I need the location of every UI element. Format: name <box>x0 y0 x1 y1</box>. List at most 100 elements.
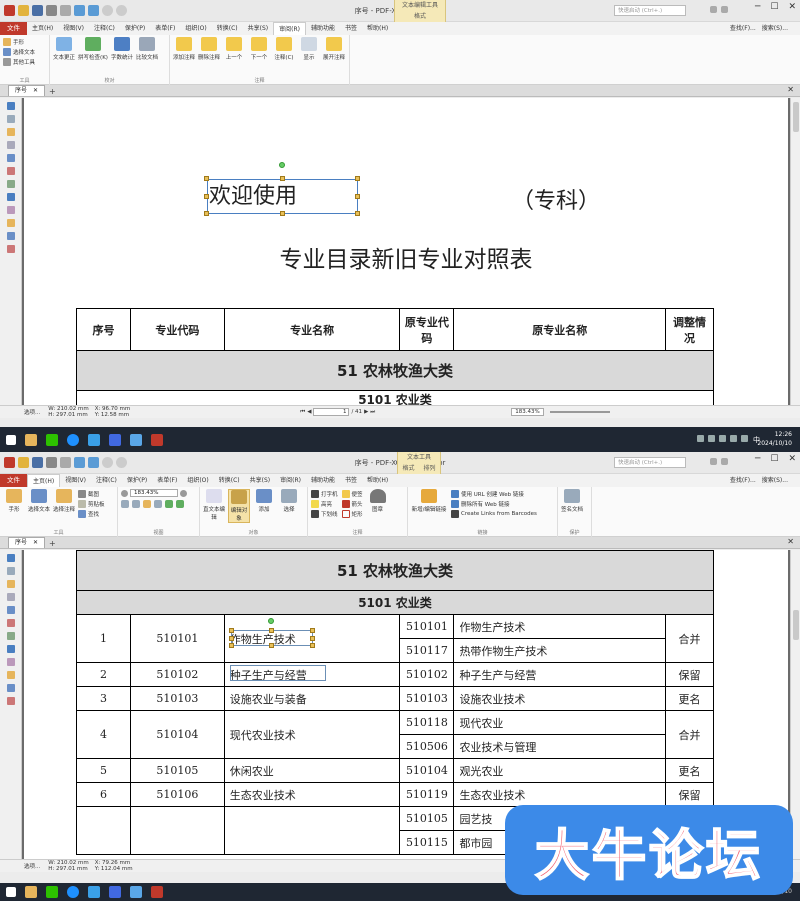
prev-comment-button[interactable]: 上一个 <box>223 37 245 61</box>
rectangle-button[interactable]: 矩形 <box>341 509 363 519</box>
menu-help[interactable]: 帮助(H) <box>362 474 393 487</box>
save-icon[interactable] <box>32 5 43 16</box>
menu-convert[interactable]: 转换(C) <box>214 474 245 487</box>
single-page-icon[interactable] <box>154 500 162 508</box>
help-icon[interactable] <box>721 6 728 13</box>
screenshot-app-icon[interactable] <box>130 433 142 446</box>
vertical-scrollbar[interactable] <box>790 98 800 405</box>
resize-handle[interactable] <box>280 211 285 216</box>
rotate-handle[interactable] <box>279 162 285 168</box>
hand-tool-button[interactable]: 手形 <box>3 489 25 519</box>
menu-form[interactable]: 表单(F) <box>152 474 182 487</box>
delete-comment-button[interactable]: 删除注释 <box>198 37 220 61</box>
resize-handle[interactable] <box>269 643 274 648</box>
print-icon[interactable] <box>46 457 57 468</box>
articles-icon[interactable] <box>6 206 15 214</box>
redo-icon[interactable] <box>88 457 99 468</box>
show-button[interactable]: 显示 <box>298 37 320 61</box>
rotate-handle[interactable] <box>268 618 274 624</box>
cell-name[interactable]: 生态农业技术 <box>223 782 401 807</box>
resize-handle[interactable] <box>355 211 360 216</box>
comment-list-icon[interactable] <box>6 580 15 588</box>
pages-icon[interactable] <box>6 567 15 575</box>
menu-comment[interactable]: 注释(C) <box>89 22 120 35</box>
quick-launch-search[interactable]: 快速启动 (Ctrl+.) <box>614 5 686 16</box>
close-button[interactable]: ✕ <box>788 2 796 12</box>
layers-icon[interactable] <box>6 606 15 614</box>
minimize-button[interactable]: ─ <box>755 454 760 464</box>
clipboard-button[interactable]: 剪贴板 <box>78 499 105 509</box>
start-icon[interactable] <box>6 887 16 897</box>
cell-name[interactable]: 设施农业与装备 <box>223 686 401 711</box>
zoom-select[interactable]: 183.43% <box>511 408 544 416</box>
vertical-text-edit-button[interactable]: 直文本编辑 <box>203 489 225 523</box>
hand-tool-button[interactable]: 手形 <box>3 37 46 47</box>
edit-object-button[interactable]: 编辑对象 <box>228 489 250 523</box>
minimize-button[interactable]: ─ <box>755 2 760 12</box>
calculator-icon[interactable] <box>88 433 100 446</box>
menu-home[interactable]: 主页(H) <box>27 473 61 488</box>
comments-button[interactable]: 注释(C) <box>273 37 295 61</box>
add-edit-link-button[interactable]: 新增/编辑链接 <box>411 489 447 519</box>
actual-size-icon[interactable] <box>143 500 151 508</box>
menu-bookmarks[interactable]: 书签 <box>340 22 362 35</box>
open-folder-icon[interactable] <box>18 5 29 16</box>
destinations-icon[interactable] <box>6 193 15 201</box>
spell-check-button[interactable]: 拼写检查(K) <box>78 37 108 61</box>
help-icon[interactable] <box>721 458 728 465</box>
text-selection-box[interactable] <box>230 665 326 681</box>
menu-form[interactable]: 表单(F) <box>150 22 180 35</box>
resize-handle[interactable] <box>204 211 209 216</box>
attach-icon[interactable] <box>6 141 15 149</box>
content-icon[interactable] <box>6 632 15 640</box>
resize-handle[interactable] <box>310 628 315 633</box>
select-text-button[interactable]: 选择文本 <box>28 489 50 519</box>
pdf-xchange-icon[interactable] <box>151 886 163 898</box>
menu-protect[interactable]: 保护(P) <box>120 22 150 35</box>
close-tab-icon[interactable]: ✕ <box>33 86 38 96</box>
menu-protect[interactable]: 保护(P) <box>122 474 152 487</box>
next-comment-button[interactable]: 下一个 <box>248 37 270 61</box>
search-button[interactable]: 搜索(S)... <box>762 475 788 484</box>
options-button[interactable]: 选项... <box>24 862 40 870</box>
select-text-button[interactable]: 选择文本 <box>3 47 46 57</box>
tab-format[interactable]: 格式 <box>402 463 414 474</box>
tray-icon[interactable] <box>708 435 715 442</box>
zoom-in-icon[interactable] <box>180 489 187 497</box>
search-button[interactable]: 搜索(S)... <box>762 23 788 32</box>
scroll-thumb[interactable] <box>793 102 799 132</box>
menu-accessibility[interactable]: 辅助功能 <box>306 474 340 487</box>
page-number-input[interactable]: 1 <box>313 408 350 416</box>
file-explorer-icon[interactable] <box>25 886 37 898</box>
wechat-icon[interactable] <box>46 886 58 898</box>
undo-icon[interactable] <box>74 457 85 468</box>
menu-review[interactable]: 审阅(R) <box>275 474 306 487</box>
new-tab-button[interactable]: + <box>49 87 56 96</box>
stamp-button[interactable]: 图章 <box>367 489 389 519</box>
snapshot-button[interactable]: 截图 <box>78 489 105 499</box>
settings-icon[interactable] <box>710 458 717 465</box>
fit-width-icon[interactable] <box>132 500 140 508</box>
other-tools-button[interactable]: 其他工具 <box>3 57 46 67</box>
resize-handle[interactable] <box>310 643 315 648</box>
remove-web-links-button[interactable]: 删除所有 Web 链接 <box>451 499 537 509</box>
email-icon[interactable] <box>60 5 71 16</box>
menu-home[interactable]: 主页(H) <box>27 22 58 35</box>
edge-icon[interactable] <box>67 433 79 446</box>
sticky-note-button[interactable]: 便签 <box>341 489 363 499</box>
bookmark-icon[interactable] <box>6 554 15 562</box>
select-object-button[interactable]: 选择 <box>278 489 300 523</box>
file-explorer-icon[interactable] <box>25 433 37 446</box>
pdf-xchange-icon[interactable] <box>151 433 163 446</box>
resize-handle[interactable] <box>355 176 360 181</box>
comment-list-icon[interactable] <box>6 128 15 136</box>
tab-format[interactable]: 格式 <box>395 11 445 22</box>
forward-icon[interactable] <box>116 5 127 16</box>
resize-handle[interactable] <box>310 636 315 641</box>
start-icon[interactable] <box>6 434 16 445</box>
menu-share[interactable]: 共享(S) <box>245 474 276 487</box>
fit-page-icon[interactable] <box>121 500 129 508</box>
close-doc-icon[interactable]: ✕ <box>787 537 794 546</box>
print-icon[interactable] <box>46 5 57 16</box>
close-doc-icon[interactable]: ✕ <box>787 85 794 94</box>
